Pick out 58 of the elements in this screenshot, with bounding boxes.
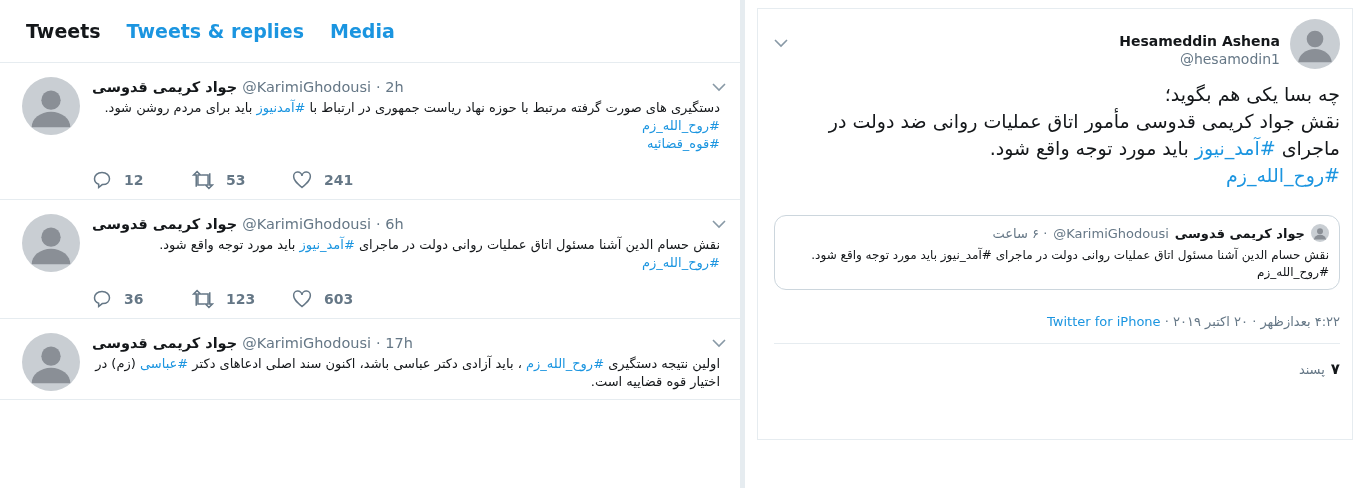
avatar[interactable] [22,333,80,391]
tweet-text: اولین نتیجه دستگیری #روح_الله_زم ، باید آزادی دکتر عباسی باشد، اکنون سند اصلی ادعاهای دکتر #عباسی (زم) در اختیار قوه قضاییه است. [93,355,720,391]
reply-icon[interactable] [92,289,112,309]
tweet-text: نقش حسام الدین آشنا مسئول اتاق عملیات روانی دولت در ماجرای #آمد_نیوز باید مورد توجه واقع شود. [158,236,720,254]
tweet-time[interactable]: · 6h [376,216,404,232]
heart-icon[interactable] [292,289,312,309]
avatar[interactable] [1311,224,1329,242]
replie-count: 36 [124,291,144,307]
hashtag-link[interactable]: #روح_الله_زم [1225,164,1340,186]
retweet-icon[interactable] [192,289,214,309]
avatar[interactable] [1290,19,1340,69]
hashtag-link[interactable]: #روح_الله_زم [642,118,720,133]
heart-icon[interactable] [292,170,312,190]
retweet-icon[interactable] [192,170,214,190]
hashtag-link[interactable]: #آمد_نیوز [299,237,355,252]
quoted-author-handle: @KarimiGhodousi [1053,224,1169,242]
tweet-timestamp: ۴:۲۲ بعدازظهر · ۲۰ اکتبر ۲۰۱۹ · [1164,314,1340,329]
source-link[interactable]: Twitter for iPhone [1047,314,1161,329]
retweet-count: 123 [226,291,256,307]
chevron-down-icon[interactable] [712,219,726,229]
tab[interactable]: Tweets & replies [126,20,305,42]
hashtag-link[interactable]: #روح_الله_زم [526,356,605,371]
chevron-down-icon[interactable] [774,39,788,48]
chevron-down-icon[interactable] [712,338,726,348]
author-handle[interactable]: @KarimiGhodousi [242,216,372,232]
quoted-tweet-text: نقش حسام الدین آشنا مسئول اتاق عملیات روانی دولت در ماجرای #آمد_نیوز باید مورد توجه واقع شود. [810,247,1329,264]
tab[interactable]: Tweets [26,20,101,42]
likes-count[interactable]: ۷ [1330,360,1340,378]
like-count: 241 [324,172,354,188]
author-name[interactable]: جواد کریمی قدوسی [92,216,238,232]
avatar[interactable] [22,77,80,135]
quoted-tweet-time: · ۶ ساعت [992,224,1048,242]
reply-icon[interactable] [92,170,112,190]
quoted-author-name: جواد کریمی قدوسی [1174,224,1305,242]
author-name[interactable]: جواد کریمی قدوسی [92,79,238,95]
hashtag-link[interactable]: #آمد_نیوز [1194,137,1276,159]
hashtag-link[interactable]: #قوه_قضائیه [646,136,720,151]
tweet-time[interactable]: · 17h [376,335,413,351]
author-name[interactable]: Hesameddin Ashena [1119,33,1280,49]
quoted-tweet-text: #روح_الله_زم [1256,264,1329,281]
hashtag-link[interactable]: #آمدنیوز [256,100,306,115]
author-handle[interactable]: @KarimiGhodousi [242,335,372,351]
hashtag-link[interactable]: #روح_الله_زم [642,255,720,270]
tweet-text: نقش جواد کریمی قدوسی مأمور اتاق عملیات روانی ضد دولت در ماجرای #آمد_نیوز باید مورد توجه واقع شود. [827,108,1340,162]
tab[interactable]: Media [330,20,395,42]
tweet-time[interactable]: · 2h [376,79,404,95]
author-name[interactable]: جواد کریمی قدوسی [92,335,238,351]
replie-count: 12 [124,172,144,188]
author-handle[interactable]: @hesamodin1 [1119,51,1280,67]
retweet-count: 53 [226,172,246,188]
author-handle[interactable]: @KarimiGhodousi [242,79,372,95]
avatar[interactable] [22,214,80,272]
tweet-text: دستگیری های صورت گرفته مرتبط با حوزه نهاد ریاست جمهوری در ارتباط با #آمدنیوز باید برای مردم روشن شود. [103,99,720,117]
tweet-text: چه بسا یکی هم بگوید؛ [1163,82,1340,108]
likes-label[interactable]: پسند [1298,362,1325,377]
like-count: 603 [324,291,354,307]
chevron-down-icon[interactable] [712,82,726,92]
hashtag-link[interactable]: #عباسی [139,356,189,371]
